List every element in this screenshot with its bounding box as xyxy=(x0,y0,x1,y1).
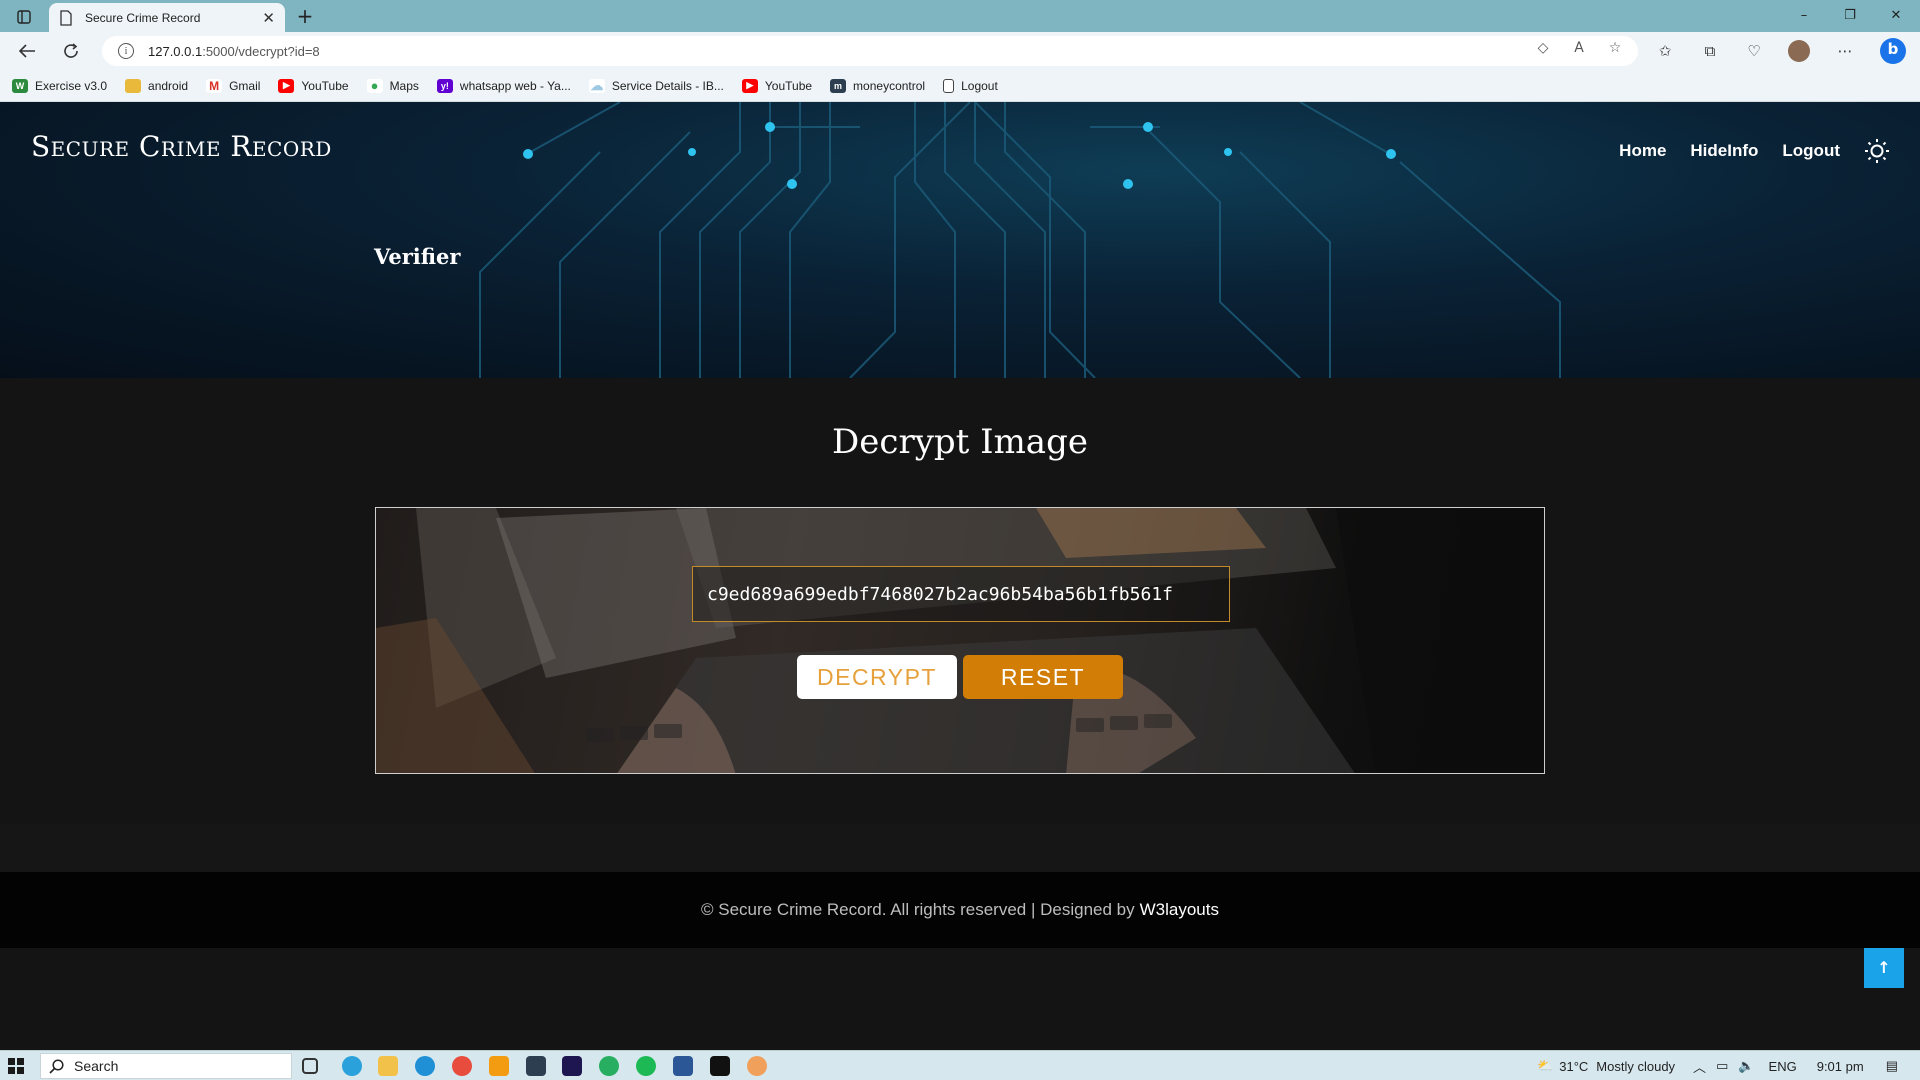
weather-text: Mostly cloudy xyxy=(1596,1058,1676,1074)
new-tab-icon[interactable]: + xyxy=(292,4,318,28)
youtube-icon: ▶ xyxy=(278,78,295,93)
bookmark-maps[interactable]: ● Maps xyxy=(366,78,419,93)
clock[interactable]: 9:01 pm xyxy=(1817,1059,1864,1074)
nav-logout[interactable]: Logout xyxy=(1782,141,1840,161)
bookmark-gmail[interactable]: M Gmail xyxy=(206,78,260,93)
yahoo-icon: y! xyxy=(436,78,453,93)
hero-banner: Secure Crime Record Home HideInfo Logout… xyxy=(0,102,1920,378)
chrome-icon[interactable] xyxy=(452,1056,472,1076)
reset-button[interactable]: RESET xyxy=(963,655,1123,699)
collections-icon[interactable]: ⧉ xyxy=(1699,40,1721,62)
whatsapp-icon[interactable] xyxy=(599,1056,619,1076)
temperature: 31°C xyxy=(1559,1058,1589,1074)
sun-icon[interactable] xyxy=(1864,138,1890,164)
premiere-icon[interactable] xyxy=(562,1056,582,1076)
bookmark-exercise[interactable]: W Exercise v3.0 xyxy=(12,78,107,93)
onedrive-icon[interactable] xyxy=(747,1056,767,1076)
page-title: Decrypt Image xyxy=(832,422,1088,462)
footer: © Secure Crime Record. All rights reserv… xyxy=(0,872,1920,948)
back-to-top-button[interactable]: ↑ xyxy=(1864,948,1904,988)
tab-title: Secure Crime Record xyxy=(85,10,201,25)
maps-icon: ● xyxy=(366,78,383,93)
bookmark-moneycontrol[interactable]: m moneycontrol xyxy=(830,78,925,93)
more-icon[interactable]: ⋯ xyxy=(1834,40,1856,62)
pycharm-icon[interactable] xyxy=(710,1056,730,1076)
address-bar[interactable]: i 127.0.0.1:5000/vdecrypt?id=8 xyxy=(102,36,1638,66)
back-icon[interactable] xyxy=(14,39,40,63)
site-brand[interactable]: Secure Crime Record xyxy=(31,130,332,163)
volume-icon[interactable]: 🔈 xyxy=(1738,1058,1754,1074)
youtube-icon: ▶ xyxy=(741,78,758,93)
w-icon: W xyxy=(12,78,28,93)
task-view-icon[interactable] xyxy=(302,1058,318,1074)
url-text: 127.0.0.1:5000/vdecrypt?id=8 xyxy=(148,43,320,59)
file-explorer-icon[interactable] xyxy=(378,1056,398,1076)
network-icon[interactable]: ▭ xyxy=(1716,1058,1728,1074)
footer-copyright: © Secure Crime Record. All rights reserv… xyxy=(701,900,1135,919)
tab-actions-icon[interactable] xyxy=(10,6,38,28)
decryption-key-input[interactable] xyxy=(692,566,1230,622)
heart-icon[interactable]: ♡ xyxy=(1743,40,1765,62)
bookmark-youtube-2[interactable]: ▶ YouTube xyxy=(741,78,812,93)
profile-avatar[interactable] xyxy=(1788,40,1810,62)
reload-icon[interactable] xyxy=(58,39,84,63)
decrypt-section: Decrypt Image c9ed689a699edbf7468027b2ac… xyxy=(0,378,1920,824)
page-icon xyxy=(943,78,955,93)
bookmark-youtube[interactable]: ▶ YouTube xyxy=(278,78,349,93)
cloud-icon: ☁ xyxy=(588,77,605,93)
edge-icon[interactable] xyxy=(415,1056,435,1076)
windows-start-icon[interactable] xyxy=(8,1058,24,1074)
decrypt-panel: DECRYPT RESET xyxy=(375,507,1545,774)
bookmark-service-details[interactable]: ☁ Service Details - IB... xyxy=(588,77,724,93)
browser-toolbar: i 127.0.0.1:5000/vdecrypt?id=8 ◇ A ☆ ✩ ⧉… xyxy=(0,32,1920,70)
kali-icon[interactable] xyxy=(526,1056,546,1076)
close-tab-icon[interactable]: ✕ xyxy=(262,9,275,27)
nav-hideinfo[interactable]: HideInfo xyxy=(1690,141,1758,161)
weather-icon[interactable]: ⛅ xyxy=(1537,1058,1553,1074)
bookmark-android[interactable]: android xyxy=(125,78,188,93)
taskbar-search-box[interactable]: Search xyxy=(40,1053,292,1079)
decrypt-button[interactable]: DECRYPT xyxy=(797,655,957,699)
bookmark-logout[interactable]: Logout xyxy=(943,78,998,93)
tag-icon[interactable]: ◇ xyxy=(1534,39,1552,57)
folder-icon xyxy=(125,78,142,93)
restore-icon[interactable]: ❐ xyxy=(1830,4,1870,28)
section-divider xyxy=(0,824,1920,872)
add-favorite-icon[interactable]: ☆ xyxy=(1606,39,1624,57)
bing-icon[interactable]: b xyxy=(1880,38,1906,64)
search-label: Search xyxy=(74,1058,119,1074)
minimize-icon[interactable]: – xyxy=(1784,4,1824,28)
bookmarks-bar: W Exercise v3.0 android M Gmail ▶ YouTube ●… xyxy=(0,70,1920,102)
favorites-icon[interactable]: ✩ xyxy=(1654,40,1676,62)
taskbar: Search ⛅ 31°C Mostly cloudy ︿ ▭ 🔈 ENG 9:… xyxy=(0,1050,1920,1080)
read-aloud-icon[interactable]: A xyxy=(1570,39,1588,57)
notifications-icon[interactable]: ▤ xyxy=(1886,1058,1898,1074)
browser-tab-strip: Secure Crime Record ✕ + – ❐ ✕ xyxy=(0,0,1920,32)
close-window-icon[interactable]: ✕ xyxy=(1876,4,1916,28)
moneycontrol-icon: m xyxy=(830,78,847,93)
laptop-background-graphic xyxy=(376,508,1544,773)
spotify-icon[interactable] xyxy=(636,1056,656,1076)
gmail-icon: M xyxy=(206,78,223,93)
browser-tab[interactable]: Secure Crime Record ✕ xyxy=(49,3,285,32)
chevron-up-icon[interactable]: ︿ xyxy=(1693,1057,1706,1076)
search-icon xyxy=(49,1058,64,1074)
page-icon xyxy=(60,9,72,26)
telegram-icon[interactable] xyxy=(342,1056,362,1076)
main-nav: Home HideInfo Logout xyxy=(1595,138,1890,164)
nav-home[interactable]: Home xyxy=(1619,141,1666,161)
bookmark-whatsapp-web[interactable]: y! whatsapp web - Ya... xyxy=(436,78,571,93)
word-icon[interactable] xyxy=(673,1056,693,1076)
system-tray: ⛅ 31°C Mostly cloudy ︿ ▭ 🔈 ENG 9:01 pm ▤ xyxy=(1537,1051,1920,1080)
vlc-icon[interactable] xyxy=(489,1056,509,1076)
site-info-icon[interactable]: i xyxy=(118,43,134,59)
web-page: Secure Crime Record Home HideInfo Logout… xyxy=(0,102,1920,1050)
language-indicator[interactable]: ENG xyxy=(1769,1059,1797,1074)
role-heading: Verifier xyxy=(374,244,461,269)
footer-designer-link[interactable]: W3layouts xyxy=(1140,900,1219,920)
